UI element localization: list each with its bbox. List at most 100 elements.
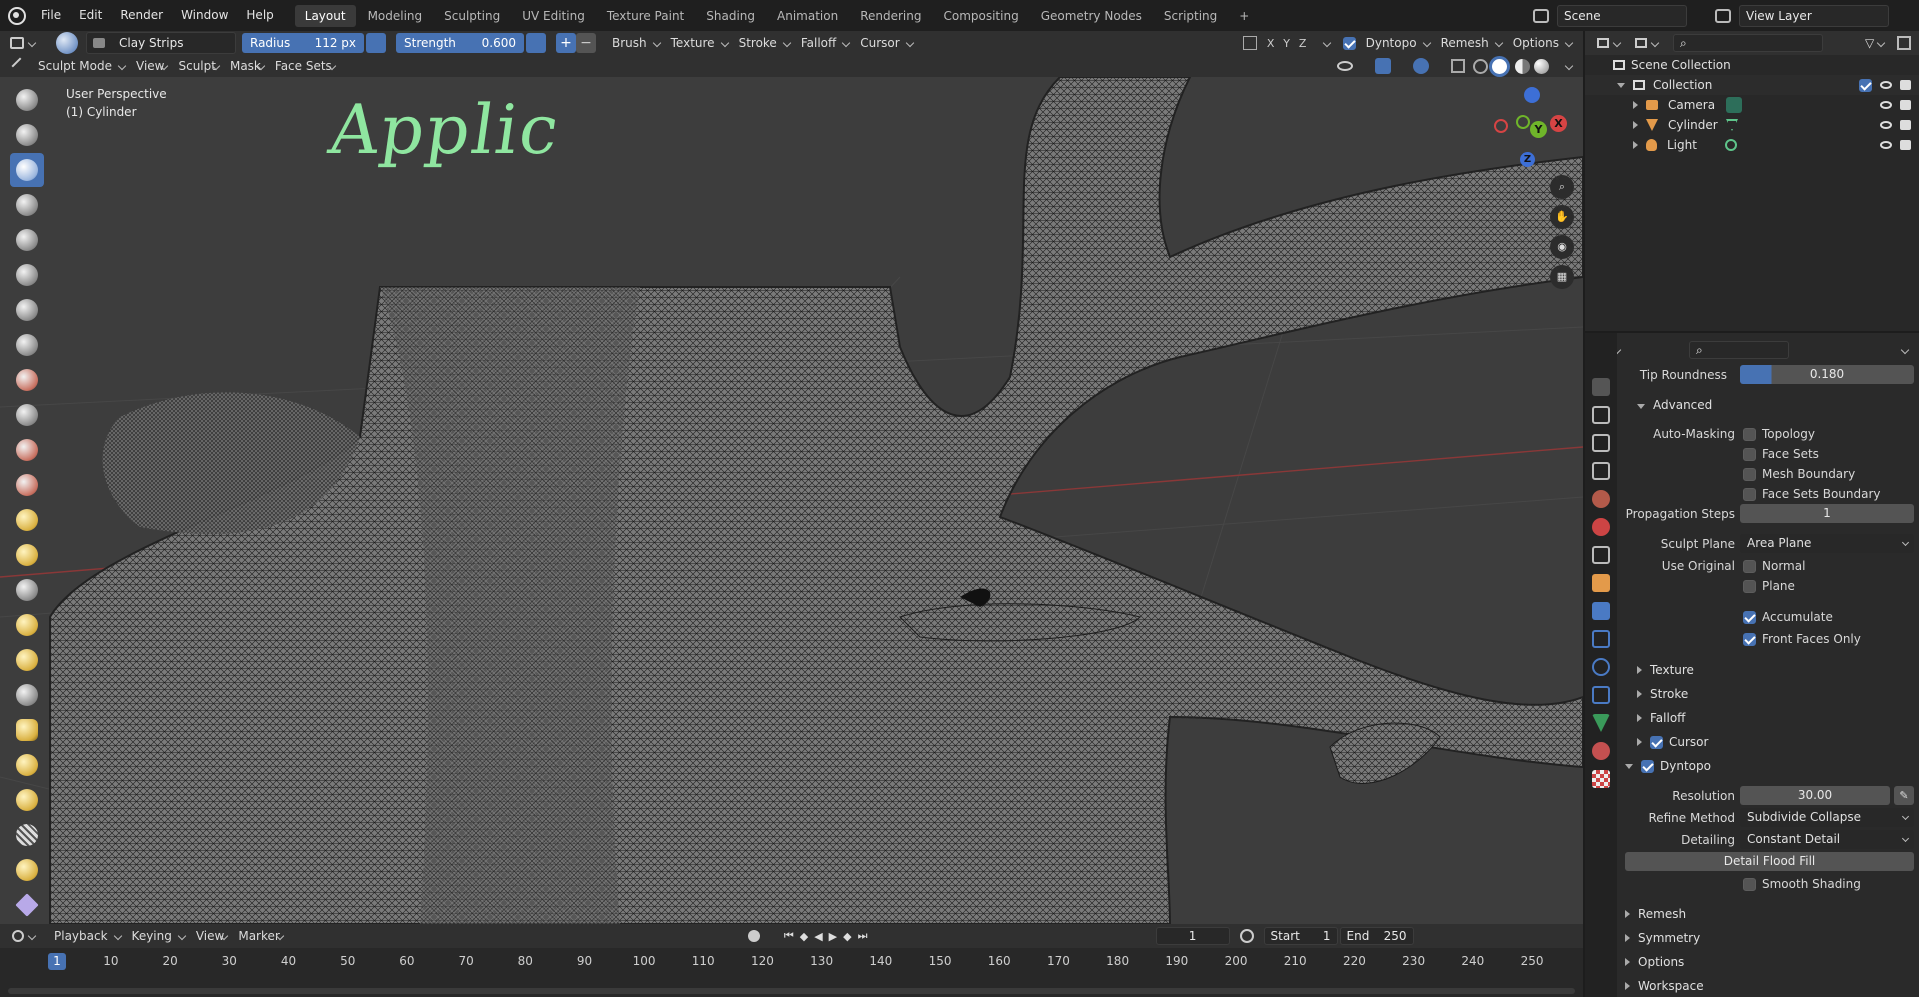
eye-icon[interactable] bbox=[1880, 101, 1892, 109]
output-tab-icon[interactable] bbox=[1592, 434, 1610, 452]
mesh-boundary-checkbox[interactable] bbox=[1743, 468, 1756, 481]
camera-data-icon[interactable] bbox=[1726, 97, 1742, 113]
snake-hook-tool[interactable] bbox=[10, 643, 44, 677]
menu-help[interactable]: Help bbox=[237, 0, 282, 31]
dyntopo-dropdown[interactable]: Dyntopo bbox=[1360, 32, 1435, 54]
scrape-tool[interactable] bbox=[10, 468, 44, 502]
workspace-section-header[interactable]: Workspace bbox=[1625, 979, 1704, 993]
tab-sculpting[interactable]: Sculpting bbox=[434, 5, 510, 27]
gizmo-z-neg-dot[interactable]: Z bbox=[1520, 152, 1535, 167]
shading-rendered-icon[interactable] bbox=[1534, 58, 1549, 74]
filter-dropdown[interactable]: ▽ bbox=[1859, 32, 1889, 54]
inflate-tool[interactable] bbox=[10, 258, 44, 292]
tip-roundness-slider[interactable]: 0.180 bbox=[1740, 365, 1914, 384]
3d-viewport[interactable]: User Perspective (1) Cylinder Applic Y X… bbox=[0, 77, 1583, 924]
camera-view-icon[interactable]: ◉ bbox=[1550, 235, 1574, 259]
texture-tab-icon[interactable] bbox=[1592, 770, 1610, 788]
face-sets-checkbox[interactable] bbox=[1743, 448, 1756, 461]
outliner-row-collection[interactable]: Collection bbox=[1585, 75, 1919, 95]
menu-edit[interactable]: Edit bbox=[70, 0, 111, 31]
cursor-checkbox[interactable] bbox=[1650, 735, 1663, 749]
cursor-section-header[interactable]: Cursor bbox=[1637, 735, 1708, 749]
blender-logo-icon[interactable] bbox=[8, 6, 26, 25]
expand-cylinder-icon[interactable] bbox=[1633, 121, 1638, 129]
editor-type-dropdown[interactable] bbox=[4, 32, 40, 54]
modifier-tab-icon[interactable] bbox=[1592, 602, 1610, 620]
outliner-row-light[interactable]: Light bbox=[1585, 135, 1919, 155]
gizmo-x-neg-dot[interactable] bbox=[1494, 119, 1508, 133]
elastic-deform-tool[interactable] bbox=[10, 608, 44, 642]
eye-icon[interactable] bbox=[1880, 81, 1892, 89]
tab-animation[interactable]: Animation bbox=[767, 5, 848, 27]
face-sets-boundary-checkbox[interactable] bbox=[1743, 488, 1756, 501]
propagation-steps-field[interactable]: 1 bbox=[1740, 504, 1914, 523]
resolution-field[interactable]: 30.00 bbox=[1740, 786, 1890, 805]
timeline-scrollbar[interactable] bbox=[8, 988, 1575, 994]
axis-z-toggle[interactable]: Z bbox=[1295, 37, 1311, 50]
nudge-tool[interactable] bbox=[10, 748, 44, 782]
stroke-dropdown[interactable]: Stroke bbox=[733, 32, 795, 54]
axis-y-toggle[interactable]: Y bbox=[1279, 37, 1295, 50]
overlay-toggle-icon[interactable] bbox=[1413, 58, 1429, 74]
tab-scripting[interactable]: Scripting bbox=[1154, 5, 1227, 27]
menu-render[interactable]: Render bbox=[111, 0, 172, 31]
collection-tab-icon[interactable] bbox=[1592, 546, 1610, 564]
sculpt-menu[interactable]: Sculpt bbox=[172, 55, 223, 77]
falloff-section-header[interactable]: Falloff bbox=[1637, 711, 1685, 725]
properties-search-input[interactable]: ⌕ bbox=[1689, 341, 1789, 359]
use-original-plane-checkbox[interactable] bbox=[1743, 580, 1756, 593]
options-dropdown[interactable]: Options bbox=[1507, 32, 1577, 54]
texture-section-header[interactable]: Texture bbox=[1637, 663, 1694, 677]
menu-file[interactable]: File bbox=[32, 0, 70, 31]
pan-hand-icon[interactable]: ✋ bbox=[1550, 205, 1574, 229]
falloff-dropdown[interactable]: Falloff bbox=[795, 32, 854, 54]
symmetry-icon[interactable] bbox=[1242, 36, 1257, 50]
cursor-dropdown[interactable]: Cursor bbox=[854, 32, 917, 54]
outliner-search-input[interactable]: ⌕ bbox=[1673, 34, 1823, 52]
outliner-row-camera[interactable]: Camera bbox=[1585, 95, 1919, 115]
tab-layout[interactable]: Layout bbox=[294, 4, 356, 27]
render-camera-icon[interactable] bbox=[1900, 100, 1911, 110]
symmetry-dropdown[interactable] bbox=[1311, 32, 1335, 54]
view-layer-tab-icon[interactable] bbox=[1592, 462, 1610, 480]
remesh-section-header[interactable]: Remesh bbox=[1625, 907, 1686, 921]
mesh-data-icon[interactable] bbox=[1726, 119, 1738, 131]
tab-uv-editing[interactable]: UV Editing bbox=[512, 5, 595, 27]
cloth-tool[interactable] bbox=[10, 888, 44, 922]
dyntopo-section-header[interactable]: Dyntopo bbox=[1625, 759, 1711, 773]
fill-tool[interactable] bbox=[10, 433, 44, 467]
radius-slider[interactable]: Radius 112 px bbox=[242, 33, 364, 53]
playhead[interactable]: 1 bbox=[48, 953, 66, 970]
blob-tool[interactable] bbox=[10, 293, 44, 327]
tab-shading[interactable]: Shading bbox=[696, 5, 765, 27]
particles-tab-icon[interactable] bbox=[1592, 630, 1610, 648]
eyedropper-icon[interactable]: ✎ bbox=[1894, 786, 1914, 805]
visibility-icon[interactable] bbox=[1337, 61, 1353, 71]
remesh-dropdown[interactable]: Remesh bbox=[1435, 32, 1507, 54]
gizmo-y-neg-dot[interactable] bbox=[1516, 115, 1530, 129]
timeline-ruler[interactable]: 10 20 30 40 50 60 70 80 90 100 110 120 130 140 150 160 1… bbox=[0, 924, 1583, 997]
options-section-header[interactable]: Options bbox=[1625, 955, 1684, 969]
physics-tab-icon[interactable] bbox=[1592, 658, 1610, 676]
view-layer-field[interactable]: View Layer bbox=[1739, 4, 1889, 27]
strength-pressure-icon[interactable] bbox=[526, 33, 546, 53]
brush-preview-icon[interactable] bbox=[56, 32, 78, 54]
new-collection-icon[interactable] bbox=[1897, 36, 1911, 50]
draw-tool[interactable] bbox=[10, 83, 44, 117]
zoom-icon[interactable]: ⌕ bbox=[1550, 175, 1574, 199]
draw-sharp-tool[interactable] bbox=[10, 118, 44, 152]
accumulate-checkbox[interactable] bbox=[1743, 611, 1756, 624]
stroke-section-header[interactable]: Stroke bbox=[1637, 687, 1688, 701]
tab-texture-paint[interactable]: Texture Paint bbox=[597, 5, 694, 27]
shading-solid-icon[interactable] bbox=[1492, 58, 1507, 74]
menu-window[interactable]: Window bbox=[172, 0, 237, 31]
display-mode-dropdown[interactable] bbox=[1629, 32, 1663, 54]
expand-light-icon[interactable] bbox=[1633, 141, 1638, 149]
dyntopo-panel-checkbox[interactable] bbox=[1641, 759, 1654, 773]
grab-tool[interactable] bbox=[10, 573, 44, 607]
gizmo-x-dot[interactable]: X bbox=[1550, 115, 1567, 132]
collection-exclude-checkbox[interactable] bbox=[1859, 78, 1872, 92]
material-tab-icon[interactable] bbox=[1592, 742, 1610, 760]
slide-relax-tool[interactable] bbox=[10, 818, 44, 852]
smooth-shading-checkbox[interactable] bbox=[1743, 878, 1756, 891]
